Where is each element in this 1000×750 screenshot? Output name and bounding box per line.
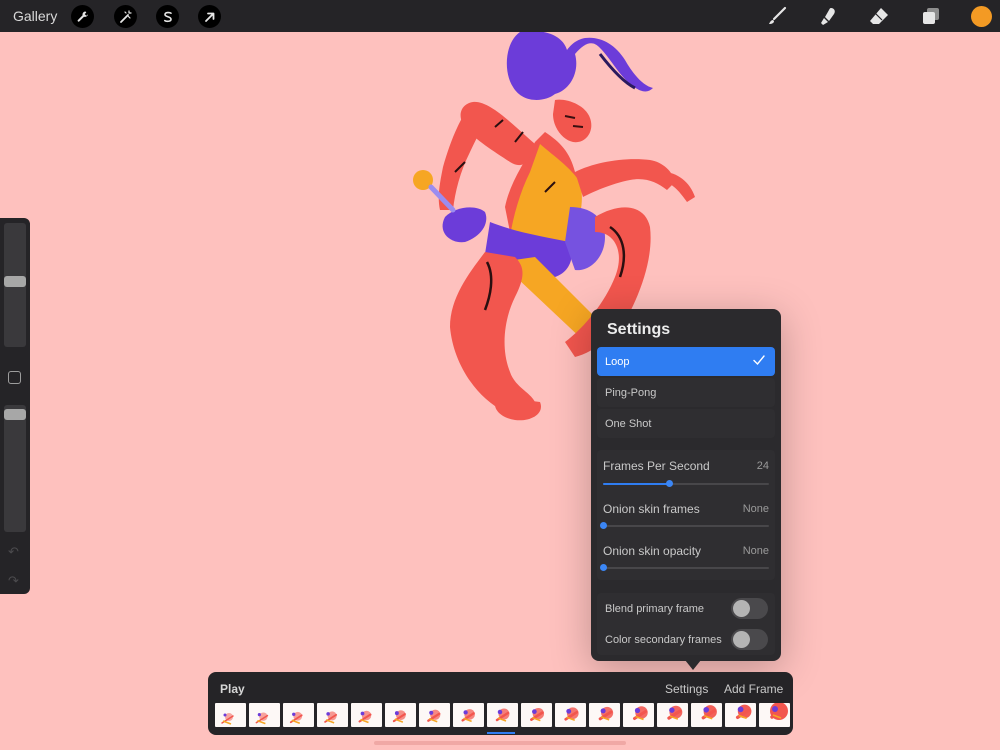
- frame-thumbnail[interactable]: [759, 703, 790, 727]
- frame-thumbnail[interactable]: [351, 703, 382, 727]
- add-frame-button[interactable]: Add Frame: [724, 682, 783, 696]
- transform-arrow-icon[interactable]: [198, 5, 221, 28]
- magic-wand-icon[interactable]: [114, 5, 137, 28]
- frame-thumbnail[interactable]: [215, 703, 246, 727]
- frame-thumbnail[interactable]: [725, 703, 756, 727]
- current-frame-indicator: [487, 732, 515, 734]
- left-sidebar: ↶ ↷: [0, 218, 30, 594]
- onion-opacity-slider-thumb[interactable]: [600, 564, 607, 571]
- redo-icon[interactable]: ↷: [8, 573, 19, 589]
- frame-thumbnail[interactable]: [589, 703, 620, 727]
- eraser-icon[interactable]: [867, 4, 891, 28]
- popover-title: Settings: [607, 321, 671, 338]
- frame-thumbnail[interactable]: [487, 703, 518, 727]
- fps-slider[interactable]: [603, 480, 769, 487]
- onion-frames-slider-thumb[interactable]: [600, 522, 607, 529]
- option-label: One Shot: [605, 418, 652, 430]
- animation-settings-popover: Settings Loop Ping-Pong One Shot Frames …: [591, 309, 781, 661]
- onion-skin-frames-slider[interactable]: [600, 522, 769, 529]
- onion-skin-opacity-label: Onion skin opacity: [603, 544, 702, 558]
- frame-thumbnail[interactable]: [691, 703, 722, 727]
- home-indicator: [374, 741, 626, 745]
- frame-thumbnail[interactable]: [317, 703, 348, 727]
- frame-thumbnail[interactable]: [419, 703, 450, 727]
- toggle-knob: [733, 631, 750, 648]
- play-button[interactable]: Play: [220, 682, 245, 696]
- frame-thumbnail[interactable]: [521, 703, 552, 727]
- option-label: Ping-Pong: [605, 387, 657, 399]
- slider-group: Frames Per Second 24 Onion skin frames N…: [597, 450, 775, 580]
- blend-primary-frame-toggle[interactable]: [731, 598, 768, 619]
- color-secondary-frames-toggle[interactable]: [731, 629, 768, 650]
- toggle-knob: [733, 600, 750, 617]
- onion-skin-frames-label: Onion skin frames: [603, 502, 700, 516]
- gallery-button[interactable]: Gallery: [13, 8, 57, 24]
- animation-timeline: Play Settings Add Frame: [208, 672, 793, 735]
- option-label: Loop: [605, 356, 630, 368]
- layers-icon[interactable]: [919, 4, 943, 28]
- opacity-slider[interactable]: [4, 405, 26, 532]
- playback-option-ping-pong[interactable]: Ping-Pong: [597, 378, 775, 407]
- top-toolbar: Gallery: [0, 0, 1000, 32]
- color-secondary-frames-label: Color secondary frames: [605, 634, 722, 646]
- onion-skin-opacity-slider[interactable]: [600, 564, 769, 571]
- opacity-thumb[interactable]: [4, 409, 26, 420]
- fps-label: Frames Per Second: [603, 459, 710, 473]
- fps-slider-thumb[interactable]: [666, 480, 674, 487]
- frame-thumbnail[interactable]: [623, 703, 654, 727]
- frame-thumbnail[interactable]: [283, 703, 314, 727]
- frame-thumbnail[interactable]: [555, 703, 586, 727]
- toggle-group: Blend primary frame Color secondary fram…: [597, 593, 775, 655]
- brush-icon[interactable]: [765, 4, 789, 28]
- playback-option-one-shot[interactable]: One Shot: [597, 409, 775, 438]
- playback-option-loop[interactable]: Loop: [597, 347, 775, 376]
- smudge-icon[interactable]: [816, 4, 840, 28]
- onion-skin-opacity-value: None: [742, 545, 769, 557]
- frame-strip: [215, 703, 790, 728]
- drawing-canvas[interactable]: [0, 32, 1000, 750]
- wrench-icon[interactable]: [71, 5, 94, 28]
- frame-thumbnail[interactable]: [453, 703, 484, 727]
- onion-skin-frames-value: None: [742, 503, 769, 515]
- undo-icon[interactable]: ↶: [8, 544, 19, 560]
- frame-thumbnail[interactable]: [657, 703, 688, 727]
- modify-button[interactable]: [8, 371, 21, 384]
- fps-slider-fill: [603, 483, 670, 485]
- fps-value: 24: [756, 460, 769, 472]
- brush-size-thumb[interactable]: [4, 276, 26, 287]
- timeline-settings-button[interactable]: Settings: [665, 682, 708, 696]
- frame-thumbnail[interactable]: [249, 703, 280, 727]
- color-picker-button[interactable]: [971, 6, 992, 27]
- checkmark-icon: [753, 355, 765, 366]
- frame-thumbnail[interactable]: [385, 703, 416, 727]
- selection-s-icon[interactable]: [156, 5, 179, 28]
- popover-arrow: [685, 660, 701, 670]
- blend-primary-frame-label: Blend primary frame: [605, 603, 705, 615]
